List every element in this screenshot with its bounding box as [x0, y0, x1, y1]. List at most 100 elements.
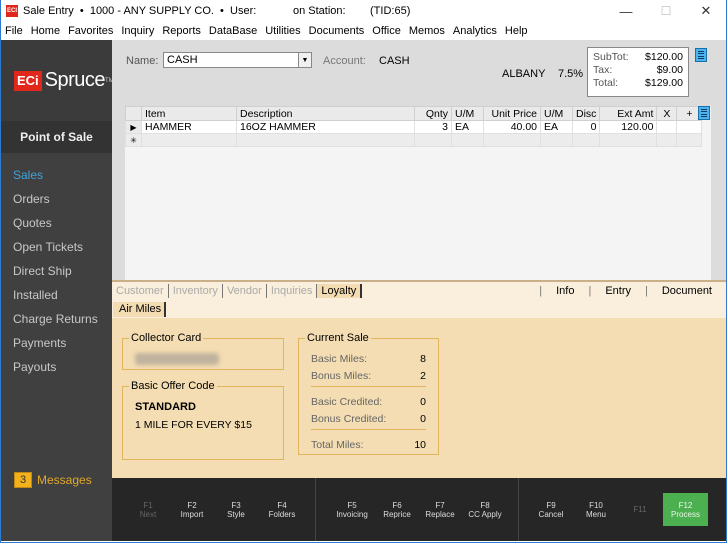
basic-offer-group: Basic Offer Code STANDARD 1 MILE FOR EVE… [122, 380, 284, 460]
current-sale-label: Current Sale [305, 332, 371, 344]
tax-value: $9.00 [656, 64, 683, 76]
f12-process-button[interactable]: F12 Process [663, 493, 708, 526]
messages-button[interactable]: 3 Messages [14, 472, 92, 488]
cell-x[interactable] [656, 120, 678, 134]
sidebar-item-charge-returns[interactable]: Charge Returns [1, 307, 112, 331]
new-cell[interactable] [656, 133, 678, 147]
col-um2[interactable]: U/M [540, 106, 573, 121]
sidebar-item-payments[interactable]: Payments [1, 331, 112, 355]
chevron-down-icon[interactable]: ▼ [298, 52, 312, 68]
tab-separator: | [588, 285, 592, 297]
menu-reports[interactable]: Reports [162, 25, 201, 37]
tab-document[interactable]: Document [662, 285, 712, 297]
f1-next-button[interactable]: F1 Next [130, 478, 166, 541]
f6-reprice-button[interactable]: F6 Reprice [377, 478, 417, 541]
cell-item[interactable]: HAMMER [141, 120, 237, 134]
cell-disc[interactable]: 0 [571, 120, 601, 134]
menu-inquiry[interactable]: Inquiry [121, 25, 154, 37]
fkey-key: F4 [277, 500, 287, 510]
grid-header-row: Item Description Qnty U/M Unit Price U/M… [125, 106, 703, 121]
col-um[interactable]: U/M [451, 106, 484, 121]
table-row[interactable]: ▶ HAMMER 16OZ HAMMER 3 EA 40.00 EA 0 120… [125, 120, 703, 134]
f9-cancel-button[interactable]: F9 Cancel [532, 478, 570, 541]
cell-unit-price[interactable]: 40.00 [483, 120, 541, 134]
sidebar-item-open-tickets[interactable]: Open Tickets [1, 235, 112, 259]
new-cell[interactable] [141, 133, 237, 147]
cell-qnty[interactable]: 3 [414, 120, 452, 134]
tab-vendor[interactable]: Vendor [223, 284, 267, 298]
tab-info[interactable]: Info [556, 285, 574, 297]
f2-import-button[interactable]: F2 Import [174, 478, 210, 541]
new-cell[interactable] [414, 133, 452, 147]
menu-office[interactable]: Office [372, 25, 401, 37]
fkey-key: F6 [392, 500, 402, 510]
cell-plus[interactable] [676, 120, 703, 134]
tab-inventory[interactable]: Inventory [169, 284, 223, 298]
new-cell[interactable] [483, 133, 541, 147]
menu-favorites[interactable]: Favorites [68, 25, 113, 37]
fkey-key: F1 [143, 500, 153, 510]
col-disc[interactable]: Disc [571, 106, 601, 121]
grid-menu-icon[interactable] [698, 106, 710, 120]
totals-menu-icon[interactable] [695, 48, 707, 62]
sidebar-item-orders[interactable]: Orders [1, 187, 112, 211]
close-button[interactable]: ✕ [686, 0, 726, 22]
f11-button[interactable]: F11 [622, 478, 658, 541]
new-cell[interactable] [451, 133, 484, 147]
new-row[interactable]: ✳ [125, 133, 703, 147]
cell-um[interactable]: EA [451, 120, 484, 134]
loyalty-subtab-bar: Air Miles [112, 300, 726, 318]
tab-inquiries[interactable]: Inquiries [267, 284, 318, 298]
new-cell[interactable] [236, 133, 415, 147]
col-item[interactable]: Item [141, 106, 237, 121]
f10-menu-button[interactable]: F10 Menu [578, 478, 614, 541]
col-qnty[interactable]: Qnty [414, 106, 452, 121]
cell-description[interactable]: 16OZ HAMMER [236, 120, 415, 134]
customer-name-combobox[interactable]: CASH [163, 52, 310, 68]
subtab-air-miles[interactable]: Air Miles [113, 301, 167, 317]
subtotal-label: SubTot: [593, 51, 629, 63]
new-cell[interactable] [676, 133, 703, 147]
f4-folders-button[interactable]: F4 Folders [262, 478, 302, 541]
sidebar-item-payouts[interactable]: Payouts [1, 355, 112, 379]
maximize-button[interactable]: ☐ [646, 0, 686, 22]
sidebar-item-direct-ship[interactable]: Direct Ship [1, 259, 112, 283]
menu-utilities[interactable]: Utilities [265, 25, 300, 37]
f3-style-button[interactable]: F3 Style [218, 478, 254, 541]
tab-separator: | [539, 285, 543, 297]
sidebar: ECi Spruce TM Point of Sale Sales Orders… [1, 40, 114, 541]
new-cell[interactable] [599, 133, 658, 147]
f5-invoicing-button[interactable]: F5 Invoicing [330, 478, 374, 541]
tab-entry[interactable]: Entry [605, 285, 631, 297]
menu-database[interactable]: DataBase [209, 25, 257, 37]
menu-documents[interactable]: Documents [309, 25, 365, 37]
new-row-marker: ✳ [125, 133, 142, 147]
f8-cc-apply-button[interactable]: F8 CC Apply [462, 478, 508, 541]
cell-ext-amt[interactable]: 120.00 [599, 120, 658, 134]
new-cell[interactable] [571, 133, 601, 147]
sidebar-item-installed[interactable]: Installed [1, 283, 112, 307]
sidebar-item-sales[interactable]: Sales [1, 163, 112, 187]
menu-analytics[interactable]: Analytics [453, 25, 497, 37]
col-x[interactable]: X [656, 106, 678, 121]
fkey-label: Replace [425, 509, 455, 519]
menu-memos[interactable]: Memos [409, 25, 445, 37]
loyalty-panel: Collector Card Basic Offer Code STANDARD… [112, 318, 726, 478]
basic-credited-value: 0 [420, 396, 426, 408]
sidebar-item-quotes[interactable]: Quotes [1, 211, 112, 235]
tab-loyalty[interactable]: Loyalty [317, 284, 363, 298]
col-description[interactable]: Description [236, 106, 415, 121]
eci-app-icon: ECI [6, 5, 18, 17]
cell-um2[interactable]: EA [540, 120, 573, 134]
function-key-bar: F1 Next F2 Import F3 Style F4 Folders F5 Invo… [112, 478, 726, 541]
col-ext-amt[interactable]: Ext Amt [599, 106, 658, 121]
col-unit-price[interactable]: Unit Price [483, 106, 541, 121]
menu-help[interactable]: Help [505, 25, 528, 37]
new-cell[interactable] [540, 133, 573, 147]
menu-home[interactable]: Home [31, 25, 60, 37]
tab-customer[interactable]: Customer [112, 284, 169, 298]
minimize-button[interactable]: — [606, 0, 646, 22]
tax-label: Tax: [593, 64, 613, 76]
menu-file[interactable]: File [5, 25, 23, 37]
f7-replace-button[interactable]: F7 Replace [420, 478, 460, 541]
